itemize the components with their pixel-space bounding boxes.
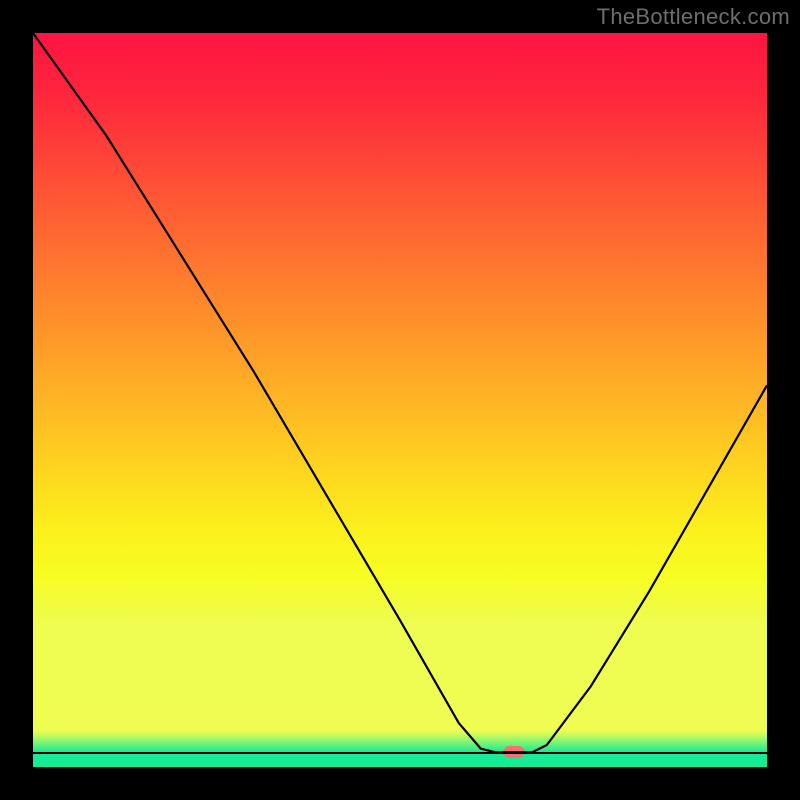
baseline	[33, 752, 767, 754]
plot-area	[33, 33, 767, 767]
watermark-text: TheBottleneck.com	[597, 4, 790, 30]
bottleneck-curve	[33, 33, 767, 752]
curve-layer	[33, 33, 767, 767]
chart-container: TheBottleneck.com	[0, 0, 800, 800]
